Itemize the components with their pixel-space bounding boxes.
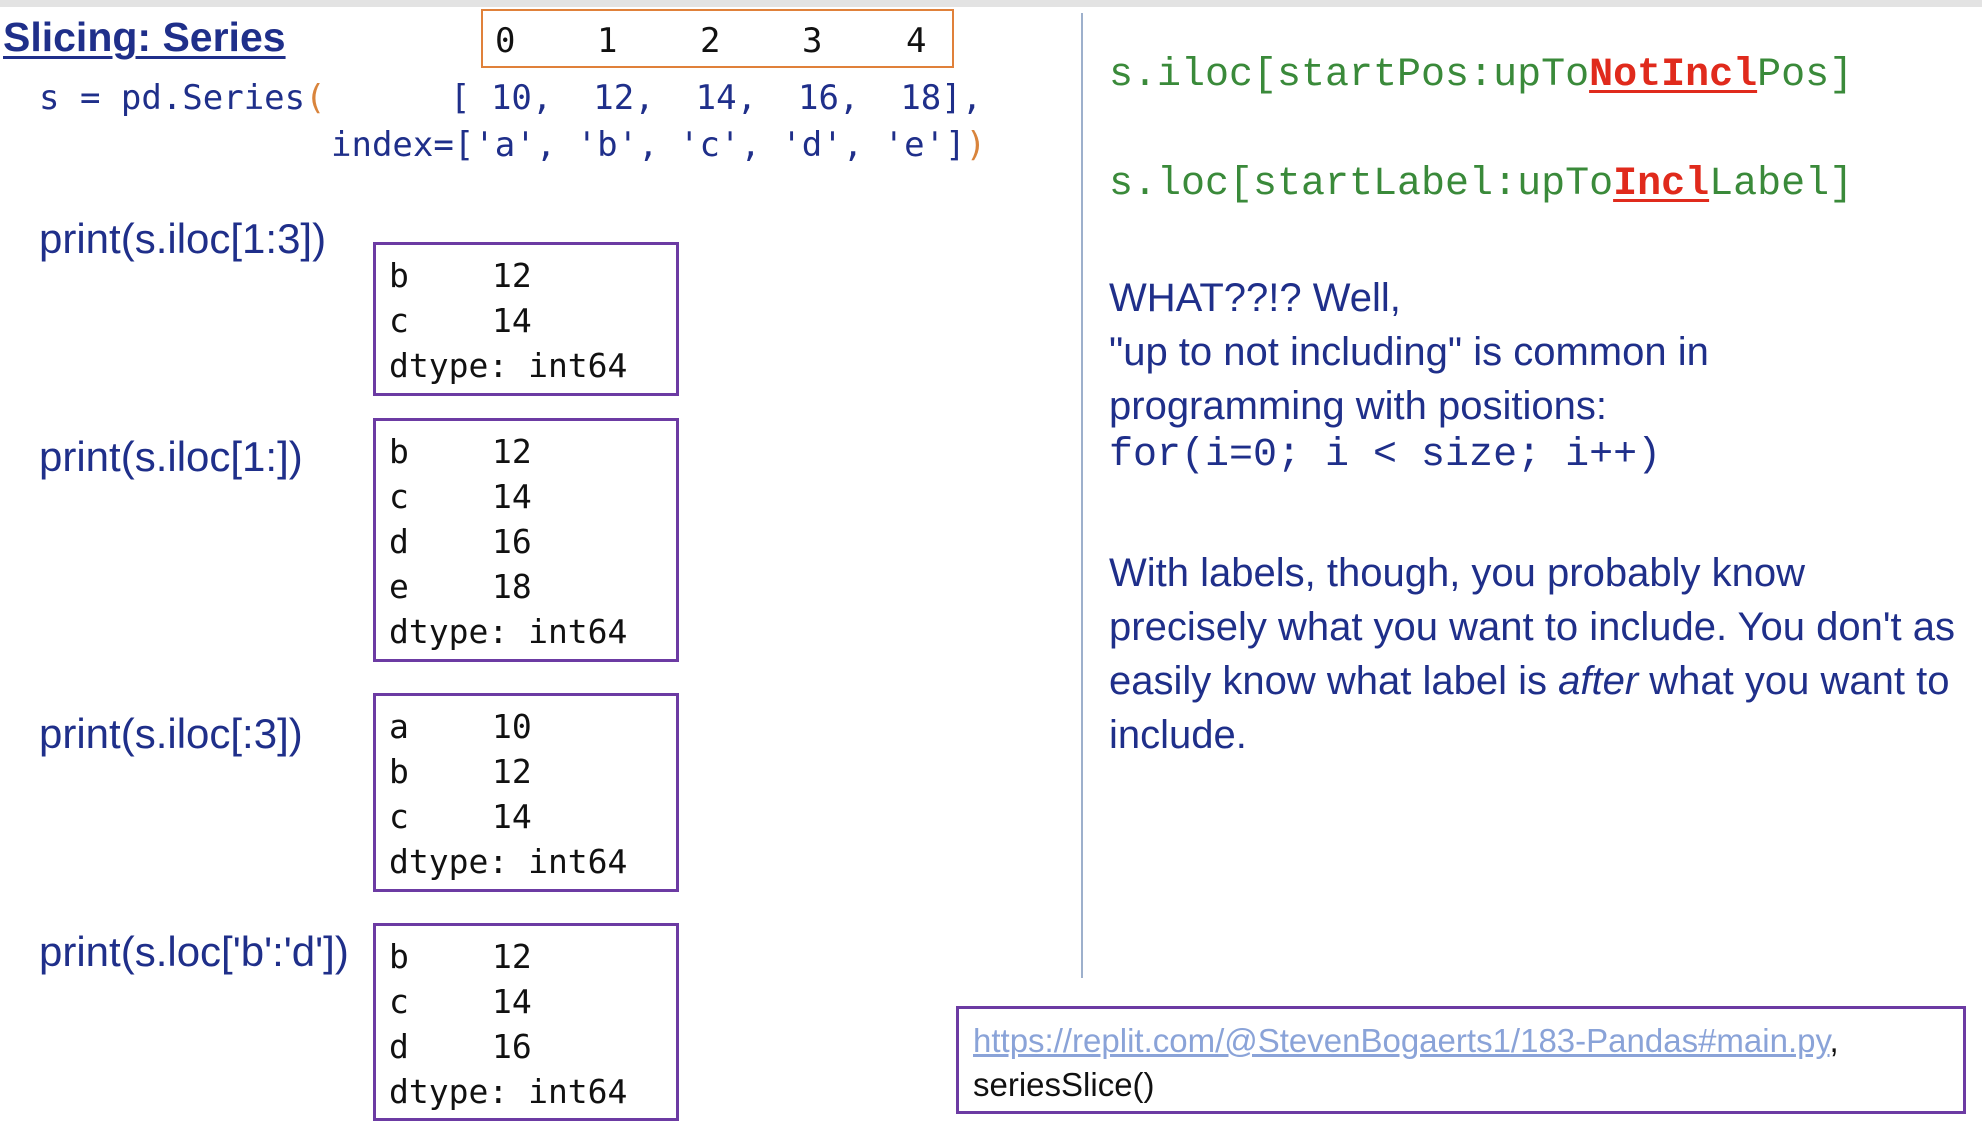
- output-row: c 14: [389, 477, 532, 516]
- output-dtype: dtype: int64: [389, 612, 628, 651]
- output-box-iloc-start-3: a 10 b 12 c 14 dtype: int64: [373, 693, 679, 892]
- series-code-line-1: s = pd.Series(: [39, 78, 326, 118]
- iloc-syntax: s.iloc[startPos:upToNotInclPos]: [1109, 53, 1854, 98]
- loc-syntax: s.loc[startLabel:upToInclLabel]: [1109, 162, 1854, 207]
- position-1: 1: [597, 21, 618, 61]
- slide-title: Slicing: Series: [3, 14, 286, 60]
- output-row: d 16: [389, 1027, 532, 1066]
- position-0: 0: [495, 21, 516, 61]
- example-call-iloc-1-end: print(s.iloc[1:]): [39, 433, 303, 480]
- series-code-line-2: index=['a', 'b', 'c', 'd', 'e']): [331, 125, 986, 165]
- series-index: index=['a', 'b', 'c', 'd', 'e']: [331, 125, 966, 165]
- output-row: b 12: [389, 432, 532, 471]
- output-row: c 14: [389, 797, 532, 836]
- output-dtype: dtype: int64: [389, 346, 628, 385]
- output-row: b 12: [389, 752, 532, 791]
- not-incl-emphasis: NotIncl: [1589, 53, 1758, 98]
- explanation-paragraph-2: With labels, though, you probably know p…: [1109, 551, 1955, 757]
- output-row: b 12: [389, 256, 532, 295]
- reference-box: https://replit.com/@StevenBogaerts1/183-…: [956, 1006, 1966, 1114]
- vertical-divider: [1081, 13, 1083, 978]
- replit-link[interactable]: https://replit.com/@StevenBogaerts1/183-…: [973, 1022, 1830, 1059]
- output-dtype: dtype: int64: [389, 1072, 628, 1111]
- incl-emphasis: Incl: [1613, 162, 1710, 207]
- open-paren: (: [305, 78, 326, 118]
- example-call-loc-b-d: print(s.loc['b':'d']): [39, 928, 349, 975]
- output-row: b 12: [389, 937, 532, 976]
- output-row: e 18: [389, 567, 532, 606]
- output-row: d 16: [389, 522, 532, 561]
- output-box-iloc-1-3: b 12 c 14 dtype: int64: [373, 242, 679, 396]
- for-loop-code: for(i=0; i < size; i++): [1109, 433, 1662, 478]
- close-paren: ): [965, 125, 987, 165]
- output-row: c 14: [389, 301, 532, 340]
- series-constructor: s = pd.Series: [39, 78, 306, 118]
- series-values: [ 10, 12, 14, 16, 18],: [450, 78, 983, 118]
- explanation-paragraph-1: WHAT??!? Well, "up to not including" is …: [1109, 276, 1709, 428]
- top-rule: [0, 0, 1982, 7]
- example-call-iloc-start-3: print(s.iloc[:3]): [39, 710, 303, 757]
- output-box-iloc-1-end: b 12 c 14 d 16 e 18 dtype: int64: [373, 418, 679, 662]
- output-row: a 10: [389, 707, 532, 746]
- output-row: c 14: [389, 982, 532, 1021]
- example-call-iloc-1-3: print(s.iloc[1:3]): [39, 215, 327, 262]
- output-box-loc-b-d: b 12 c 14 d 16 dtype: int64: [373, 923, 679, 1121]
- reference-function: seriesSlice(): [973, 1066, 1155, 1103]
- position-index-box: 0 1 2 3 4: [481, 9, 954, 68]
- output-dtype: dtype: int64: [389, 842, 628, 881]
- position-3: 3: [802, 21, 823, 61]
- position-4: 4: [906, 21, 927, 61]
- position-2: 2: [700, 21, 721, 61]
